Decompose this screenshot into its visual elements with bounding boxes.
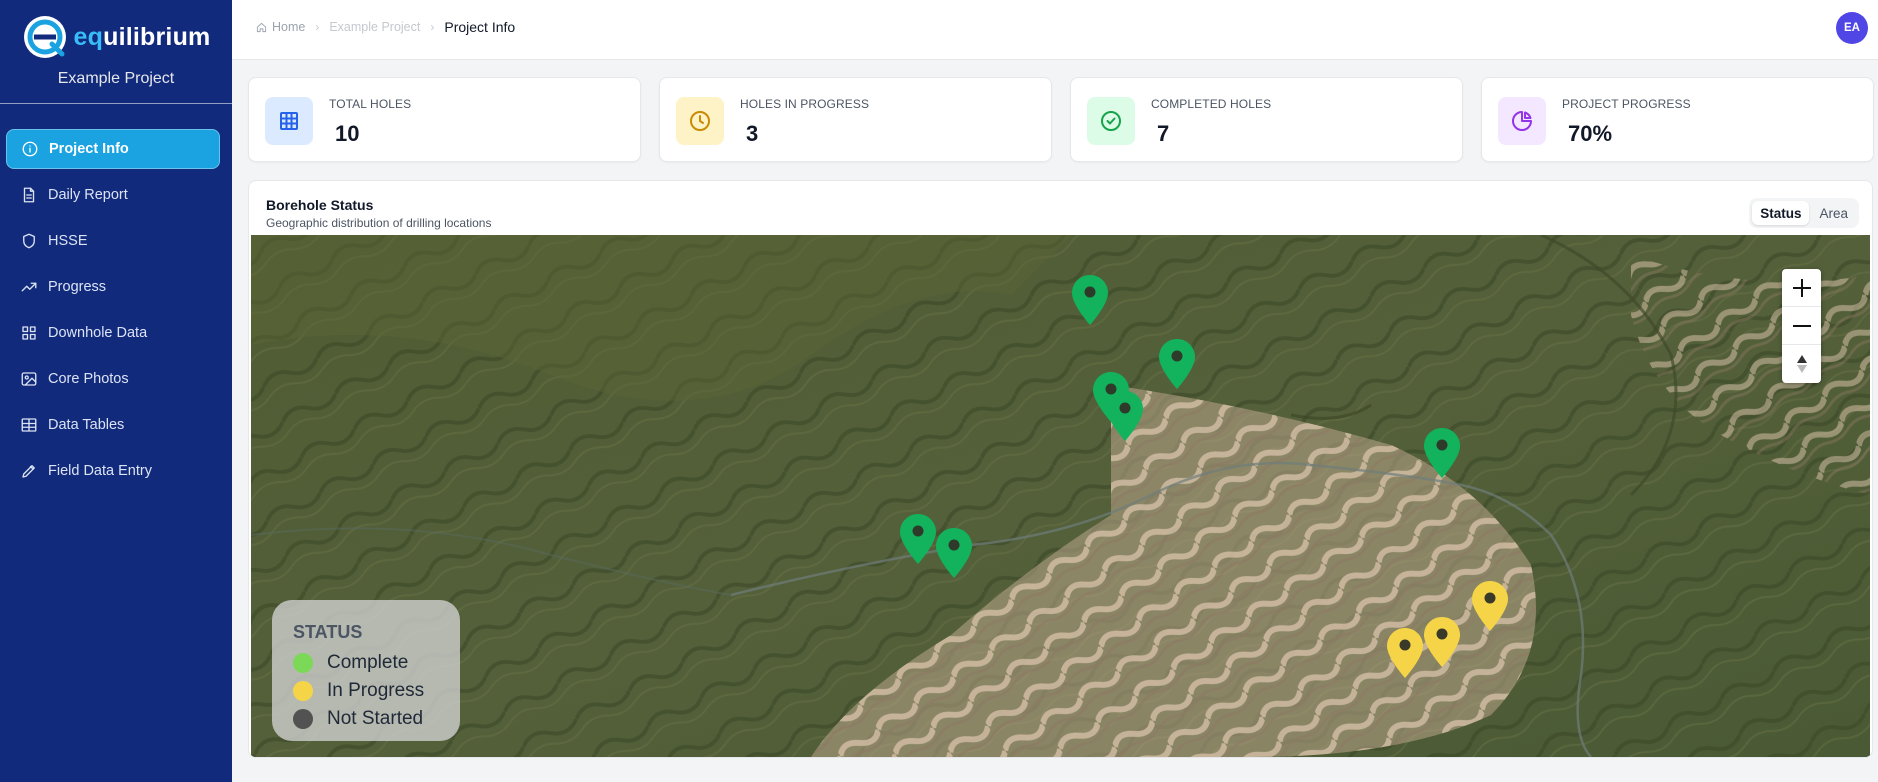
stat-value: 70% [1568,121,1613,146]
stat-label: HOLES IN PROGRESS [740,97,870,111]
terrain-imagery [251,235,1870,757]
borehole-marker-complete[interactable] [935,527,973,579]
breadcrumb-separator: › [315,20,320,34]
legend-label: Complete [327,652,409,673]
table-icon [20,416,38,434]
sidebar-item-label: Project Info [49,141,129,157]
legend-label: In Progress [327,680,425,701]
sidebar-item-label: Progress [48,279,107,295]
brand-prefix: eq [73,22,104,51]
borehole-marker-in-progress[interactable] [1471,580,1509,632]
toggle-area[interactable]: Area [1811,201,1856,225]
stat-card-project-progress: PROJECT PROGRESS 70% [1481,77,1874,162]
breadcrumb: Home › Example Project › Project Info [256,19,515,35]
sidebar-item-label: Downhole Data [48,325,148,341]
legend-title: STATUS [293,622,363,642]
breadcrumb-project[interactable]: Example Project [329,20,420,34]
table-grid-icon [265,97,313,145]
equilibrium-logo-icon [23,16,66,58]
legend-item-in-progress: In Progress [293,677,460,705]
zoom-out-button[interactable] [1782,307,1821,345]
stat-value: 10 [335,121,360,146]
stat-label: COMPLETED HOLES [1151,97,1272,111]
borehole-marker-complete[interactable] [1071,274,1109,326]
borehole-status-panel: Borehole Status Geographic distribution … [248,180,1873,758]
shield-icon [20,232,38,250]
stat-card-total-holes: TOTAL HOLES 10 [248,77,641,162]
compass-reset-button[interactable] [1782,345,1821,383]
map-zoom-controls [1782,269,1821,383]
breadcrumb-home[interactable]: Home [256,20,305,34]
sidebar-nav: Project Info Daily Report HSSE Progress … [0,104,232,491]
stat-label: PROJECT PROGRESS [1562,97,1691,111]
borehole-marker-in-progress[interactable] [1423,616,1461,668]
breadcrumb-separator: › [430,20,435,34]
borehole-marker-complete[interactable] [1423,427,1461,479]
trending-up-icon [20,278,38,296]
legend-item-complete: Complete [293,649,460,677]
sidebar-item-daily-report[interactable]: Daily Report [6,175,220,215]
legend-dot-in-progress [293,681,313,701]
toggle-status[interactable]: Status [1752,201,1810,225]
sidebar-item-label: HSSE [48,233,88,249]
image-icon [20,370,38,388]
borehole-marker-complete[interactable] [899,513,937,565]
brand: equilibrium Example Project [0,0,232,104]
minus-icon [1792,324,1811,327]
home-icon [256,22,267,32]
sidebar-item-hsse[interactable]: HSSE [6,221,220,261]
plus-icon [1792,278,1811,297]
borehole-marker-in-progress[interactable] [1386,627,1424,679]
grid-icon [20,324,38,342]
sidebar-item-field-data-entry[interactable]: Field Data Entry [6,451,220,491]
pencil-icon [20,462,38,480]
panel-subtitle: Geographic distribution of drilling loca… [266,216,492,230]
brand-suffix: uilibrium [103,22,211,51]
legend-label: Not Started [327,708,424,729]
legend-dot-not-started [293,709,313,729]
sidebar-item-project-info[interactable]: Project Info [6,129,220,169]
view-toggle: Status Area [1749,198,1859,228]
info-icon [21,140,39,158]
sidebar-item-label: Data Tables [48,417,125,433]
top-header: Home › Example Project › Project Info EA [232,0,1878,60]
status-legend: STATUS Complete In Progress Not Started [272,600,460,741]
stat-value: 3 [746,121,759,146]
clock-icon [676,97,724,145]
panel-title: Borehole Status [266,197,374,213]
brand-name: equilibrium [74,23,211,52]
sidebar-item-progress[interactable]: Progress [6,267,220,307]
sidebar-item-label: Field Data Entry [48,463,152,479]
borehole-marker-complete[interactable] [1158,338,1196,390]
stat-label: TOTAL HOLES [329,97,412,111]
sidebar-item-core-photos[interactable]: Core Photos [6,359,220,399]
file-icon [20,186,38,204]
sidebar-item-data-tables[interactable]: Data Tables [6,405,220,445]
breadcrumb-current: Project Info [444,19,516,35]
satellite-map[interactable]: STATUS Complete In Progress Not Started [251,235,1870,757]
borehole-marker-complete[interactable] [1106,390,1144,442]
pie-chart-icon [1498,97,1546,145]
stat-value: 7 [1157,121,1170,146]
sidebar-item-downhole-data[interactable]: Downhole Data [6,313,220,353]
breadcrumb-home-label: Home [272,20,306,34]
sidebar-item-label: Daily Report [48,187,128,203]
sidebar-item-label: Core Photos [48,371,129,387]
legend-dot-complete [293,653,313,673]
check-circle-icon [1087,97,1135,145]
sidebar: equilibrium Example Project Project Info… [0,0,232,782]
zoom-in-button[interactable] [1782,269,1821,307]
logo[interactable]: equilibrium [22,14,211,60]
stat-card-completed-holes: COMPLETED HOLES 7 [1070,77,1463,162]
user-avatar[interactable]: EA [1836,12,1868,44]
compass-icon [1796,355,1807,373]
stat-card-holes-in-progress: HOLES IN PROGRESS 3 [659,77,1052,162]
project-name: Example Project [57,70,175,87]
legend-item-not-started: Not Started [293,705,460,733]
